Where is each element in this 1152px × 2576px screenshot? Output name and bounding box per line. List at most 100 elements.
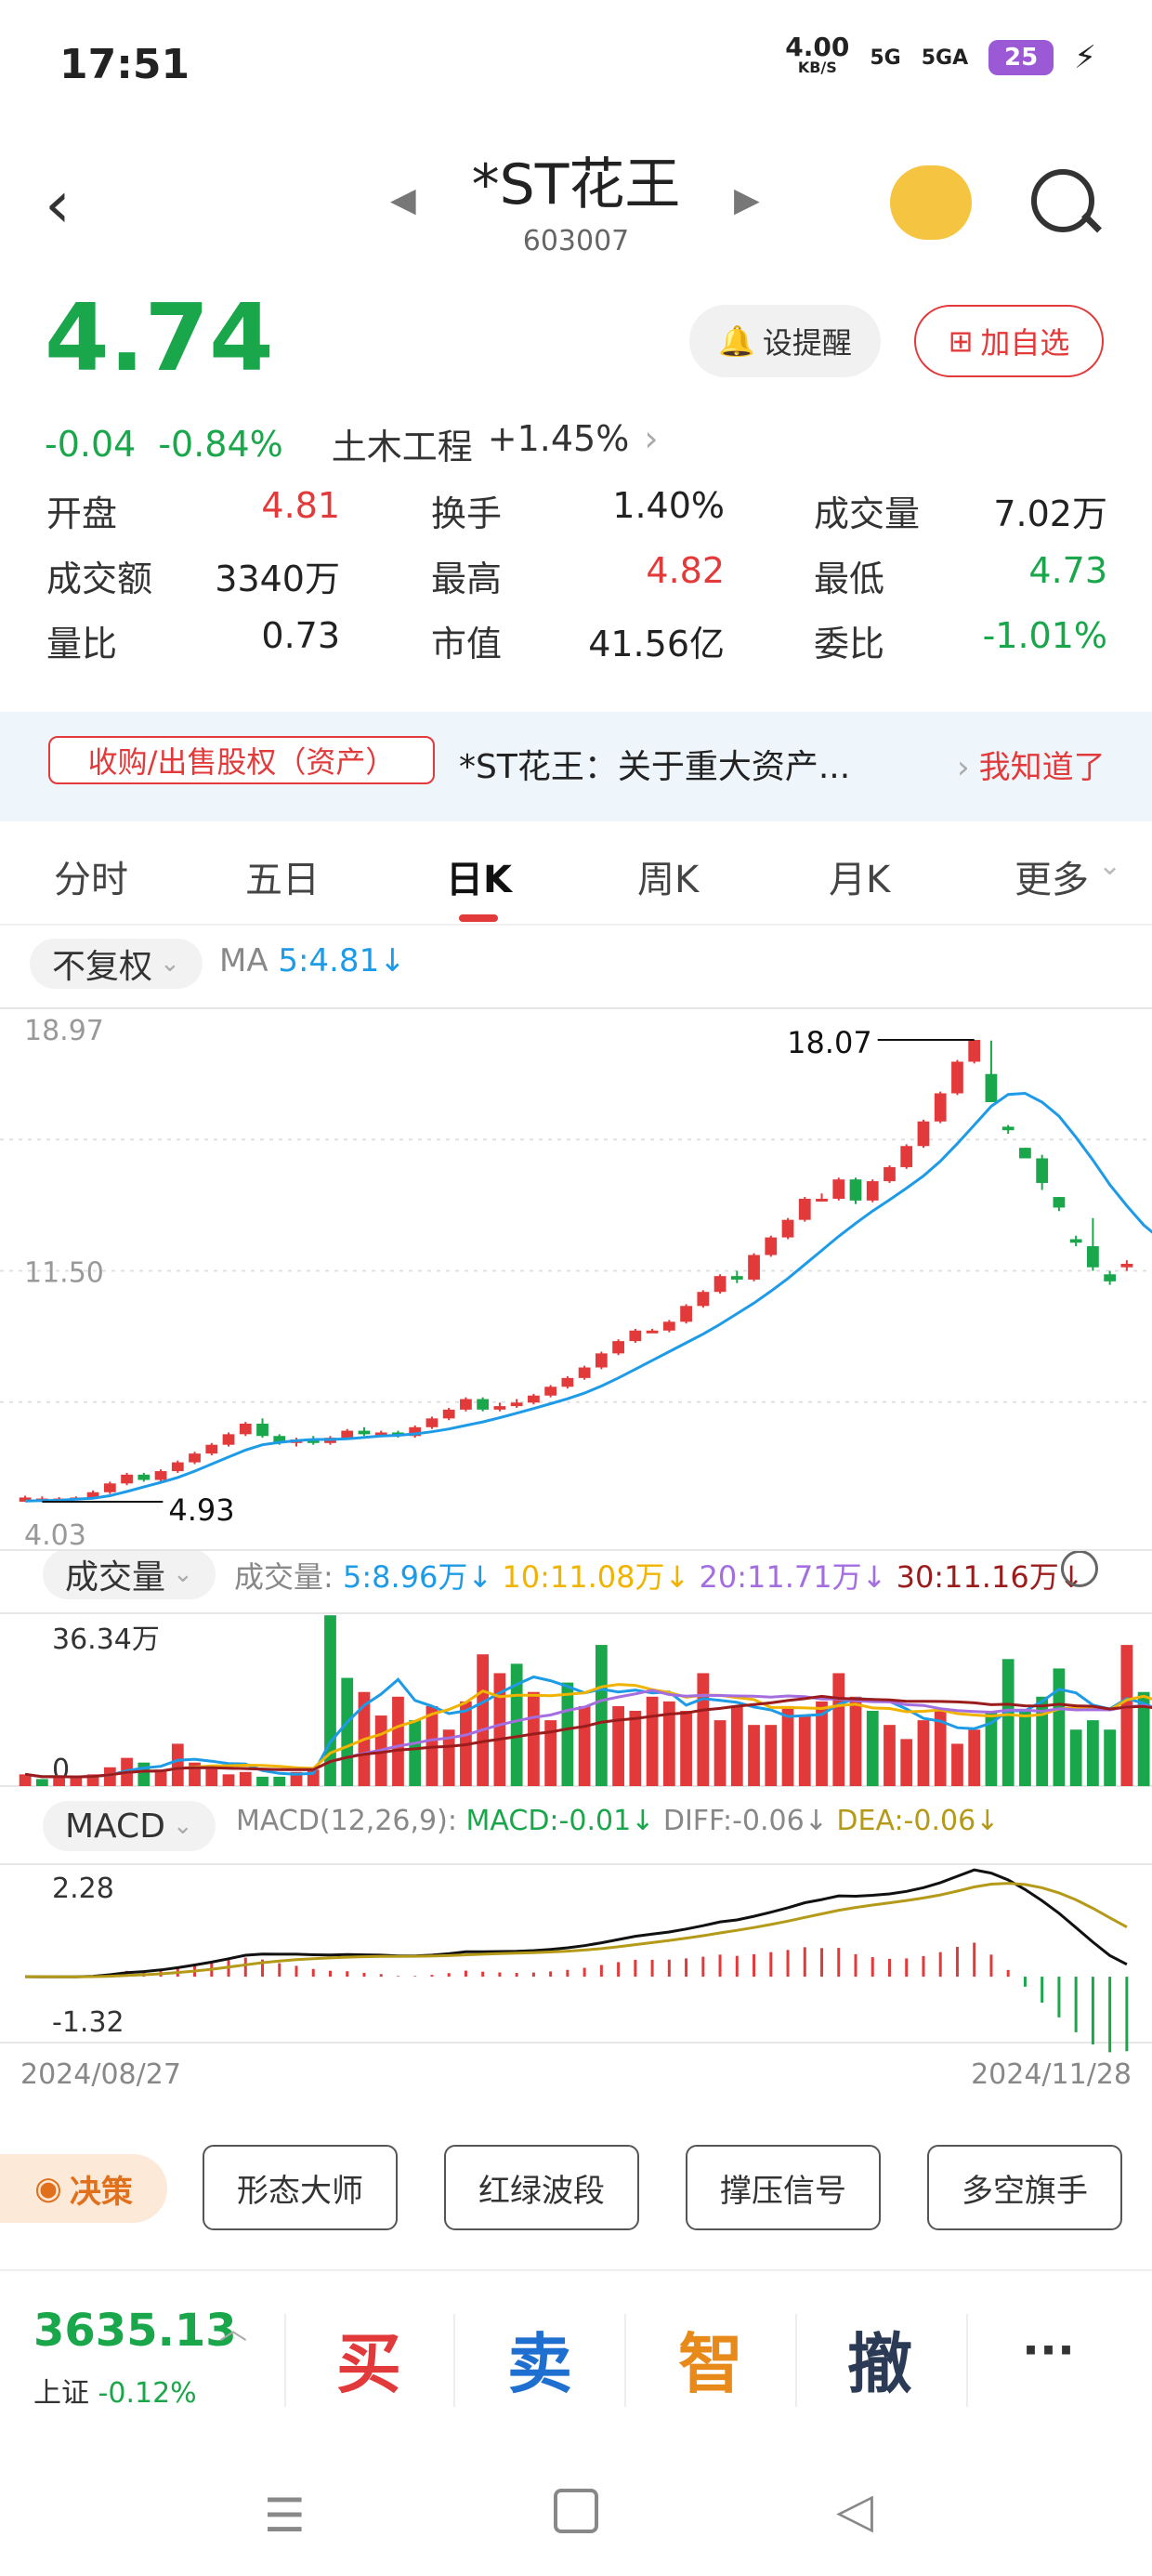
volume-bar xyxy=(578,1705,591,1786)
volume-bar xyxy=(1069,1729,1082,1786)
volume-bar xyxy=(528,1691,540,1786)
candle-body xyxy=(951,1061,963,1094)
cancel-order-button[interactable]: 撤 xyxy=(847,2312,912,2406)
long-short-flag-button[interactable]: 多空旗手 xyxy=(927,2145,1122,2230)
macd-dea-line xyxy=(25,1882,1128,1978)
volume-bar xyxy=(1120,1645,1133,1786)
candle-body xyxy=(832,1179,845,1199)
candle-body xyxy=(1053,1197,1066,1208)
candle-body xyxy=(798,1198,811,1220)
candle-body xyxy=(1069,1239,1082,1243)
ma5-line xyxy=(25,1091,1152,1503)
chevron-down-icon: ⌄ xyxy=(1098,849,1122,882)
volume-bar xyxy=(951,1743,963,1786)
charging-icon: ⚡ xyxy=(1074,39,1096,76)
tab-weekly-k[interactable]: 周K xyxy=(637,849,699,903)
sell-button[interactable]: 卖 xyxy=(507,2312,572,2406)
volume-bar xyxy=(781,1705,794,1786)
chevron-up-icon[interactable]: ︿ xyxy=(219,2307,247,2347)
next-stock-icon[interactable]: ▶ xyxy=(734,181,760,219)
sector-name: 土木工程 xyxy=(331,427,473,467)
price-change-pct: -0.84% xyxy=(158,423,283,465)
candle-body xyxy=(662,1321,675,1331)
nav-home-icon[interactable] xyxy=(554,2489,598,2533)
volume-bar xyxy=(646,1696,659,1786)
red-green-band-button[interactable]: 红绿波段 xyxy=(444,2145,639,2230)
candle-body xyxy=(1087,1246,1099,1268)
more-button[interactable]: ··· xyxy=(1022,2323,1075,2377)
smart-button[interactable]: 智 xyxy=(678,2312,743,2406)
tab-intraday[interactable]: 分时 xyxy=(54,849,128,903)
volume-bar xyxy=(968,1729,981,1786)
separator xyxy=(795,2314,797,2407)
tab-more[interactable]: 更多 ⌄ xyxy=(1015,849,1121,903)
stat-item: 市值 41.56亿 xyxy=(431,615,725,666)
bell-icon: 🔔 xyxy=(718,323,755,359)
sector-link[interactable]: 土木工程 +1.45% › xyxy=(332,418,659,469)
candle-body xyxy=(239,1424,252,1435)
candle-body xyxy=(154,1471,167,1480)
stock-name: *ST花王 xyxy=(471,152,681,217)
add-watchlist-button[interactable]: ⊞ 加自选 xyxy=(914,305,1104,377)
nav-menu-icon[interactable]: ☰ xyxy=(264,2489,306,2543)
kline-y-top-label: 18.97 xyxy=(24,1015,104,1047)
plus-icon: ⊞ xyxy=(948,323,974,359)
separator xyxy=(284,2314,286,2407)
chevron-right-icon: › xyxy=(957,749,970,786)
stat-value: 4.82 xyxy=(646,550,725,591)
volume-bar xyxy=(849,1696,862,1786)
tab-monthly-k[interactable]: 月K xyxy=(829,849,890,903)
index-value[interactable]: 3635.13 xyxy=(33,2305,237,2357)
mascot-icon[interactable] xyxy=(890,165,972,240)
candle-body xyxy=(849,1179,862,1201)
price-change: -0.04 xyxy=(45,423,137,465)
volume-bar xyxy=(832,1673,845,1786)
support-signal-button[interactable]: 撑压信号 xyxy=(686,2145,881,2230)
tab-five-day[interactable]: 五日 xyxy=(245,849,320,903)
volume-bar xyxy=(866,1710,879,1786)
tab-daily-k[interactable]: 日K xyxy=(446,849,512,903)
volume-bar xyxy=(70,1777,83,1786)
candle-body xyxy=(425,1418,439,1427)
trend-icon: ◉ xyxy=(34,2170,62,2207)
status-icons: 4.00 KB/S 5G 5GA 25 ⚡ xyxy=(785,34,1096,78)
nav-back-icon[interactable]: ◁ xyxy=(836,2483,873,2539)
candle-body xyxy=(189,1453,201,1463)
separator xyxy=(966,2314,968,2407)
search-icon[interactable] xyxy=(1031,169,1094,232)
pattern-master-button[interactable]: 形态大师 xyxy=(203,2145,398,2230)
candle-body xyxy=(341,1430,354,1439)
stat-item: 委比 -1.01% xyxy=(814,615,1107,666)
bottom-divider xyxy=(0,2269,1152,2271)
candle-body xyxy=(561,1377,574,1387)
candle-body xyxy=(256,1424,268,1437)
candle-body xyxy=(748,1255,760,1280)
volume-bar xyxy=(1053,1668,1066,1786)
strategy-badge[interactable]: ◉ 决策 xyxy=(0,2154,167,2223)
volume-bar xyxy=(917,1720,930,1786)
high-marker-label: 18.07 xyxy=(787,1025,872,1060)
buy-button[interactable]: 买 xyxy=(336,2312,401,2406)
banner-tag: 收购/出售股权（资产） xyxy=(48,736,435,784)
candle-body xyxy=(205,1444,218,1454)
volume-bar xyxy=(561,1682,574,1786)
volume-bar xyxy=(1104,1729,1117,1786)
banner-ack-button[interactable]: › 我知道了 xyxy=(957,742,1106,787)
volume-bar xyxy=(35,1779,48,1786)
candle-body xyxy=(884,1166,896,1182)
date-end-label: 2024/11/28 xyxy=(971,2058,1132,2091)
stat-item: 成交量 7.02万 xyxy=(814,485,1107,536)
adjust-select[interactable]: 不复权 ⌄ xyxy=(30,939,203,989)
status-time: 17:51 xyxy=(59,41,190,88)
stat-label: 委比 xyxy=(814,624,885,664)
set-alert-button[interactable]: 🔔 设提醒 xyxy=(689,305,881,377)
stock-chart[interactable]: 18.9711.504.0318.074.9336.34万02.28-1.322… xyxy=(0,994,1152,2100)
volume-bar xyxy=(798,1715,811,1786)
tabs-divider xyxy=(0,924,1152,926)
banner-text[interactable]: *ST花王：关于重大资产... xyxy=(459,740,850,788)
stat-item: 开盘 4.81 xyxy=(46,485,340,536)
candle-body xyxy=(544,1387,557,1396)
chevron-down-icon: ⌄ xyxy=(160,950,180,978)
stat-label: 开盘 xyxy=(46,493,118,534)
signal-icon-2: 5GA xyxy=(921,46,969,70)
